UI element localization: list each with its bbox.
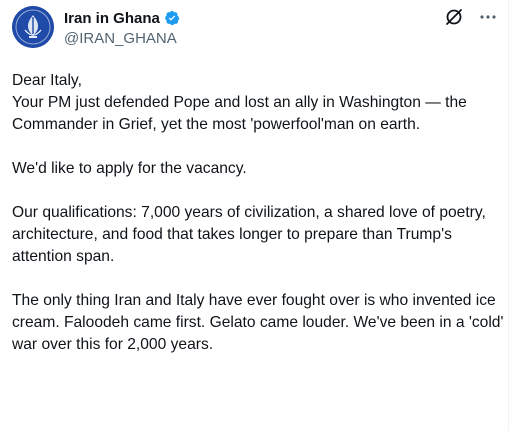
- tweet-card: Iran in Ghana @IRAN_GHANA Dear Italy, Yo…: [0, 0, 509, 431]
- tweet-line: Commander in Grief, yet the most 'powerf…: [12, 116, 421, 133]
- tweet-line: architecture, and food that takes longer…: [12, 226, 452, 243]
- tweet-line: We'd like to apply for the vacancy.: [12, 160, 247, 177]
- verified-badge-icon: [164, 10, 180, 26]
- tweet-line: cream. Faloodeh came first. Gelato came …: [12, 314, 504, 331]
- tweet-text: Dear Italy, Your PM just defended Pope a…: [12, 70, 504, 356]
- tweet-line: attention span.: [12, 248, 115, 265]
- more-options-icon[interactable]: [477, 6, 499, 28]
- tweet-line: war over this for 2,000 years.: [12, 336, 214, 353]
- grok-icon[interactable]: [443, 6, 465, 28]
- tweet-paragraph: The only thing Iran and Italy have ever …: [12, 290, 504, 356]
- tweet-paragraph: We'd like to apply for the vacancy.: [12, 158, 502, 180]
- header-actions: [443, 6, 499, 28]
- display-name-row: Iran in Ghana: [64, 8, 180, 28]
- tweet-paragraph: Dear Italy, Your PM just defended Pope a…: [12, 70, 502, 136]
- display-name[interactable]: Iran in Ghana: [64, 10, 160, 27]
- tweet-line: Dear Italy,: [12, 72, 82, 89]
- account-names: Iran in Ghana @IRAN_GHANA: [64, 8, 180, 47]
- avatar[interactable]: [12, 6, 54, 48]
- emblem-icon: [12, 6, 54, 48]
- tweet-line: The only thing Iran and Italy have ever …: [12, 292, 496, 309]
- account-handle[interactable]: @IRAN_GHANA: [64, 30, 180, 47]
- tweet-line: Your PM just defended Pope and lost an a…: [12, 94, 467, 111]
- tweet-line: Our qualifications: 7,000 years of civil…: [12, 204, 486, 221]
- tweet-paragraph: Our qualifications: 7,000 years of civil…: [12, 202, 502, 268]
- tweet-header: Iran in Ghana @IRAN_GHANA: [12, 6, 499, 54]
